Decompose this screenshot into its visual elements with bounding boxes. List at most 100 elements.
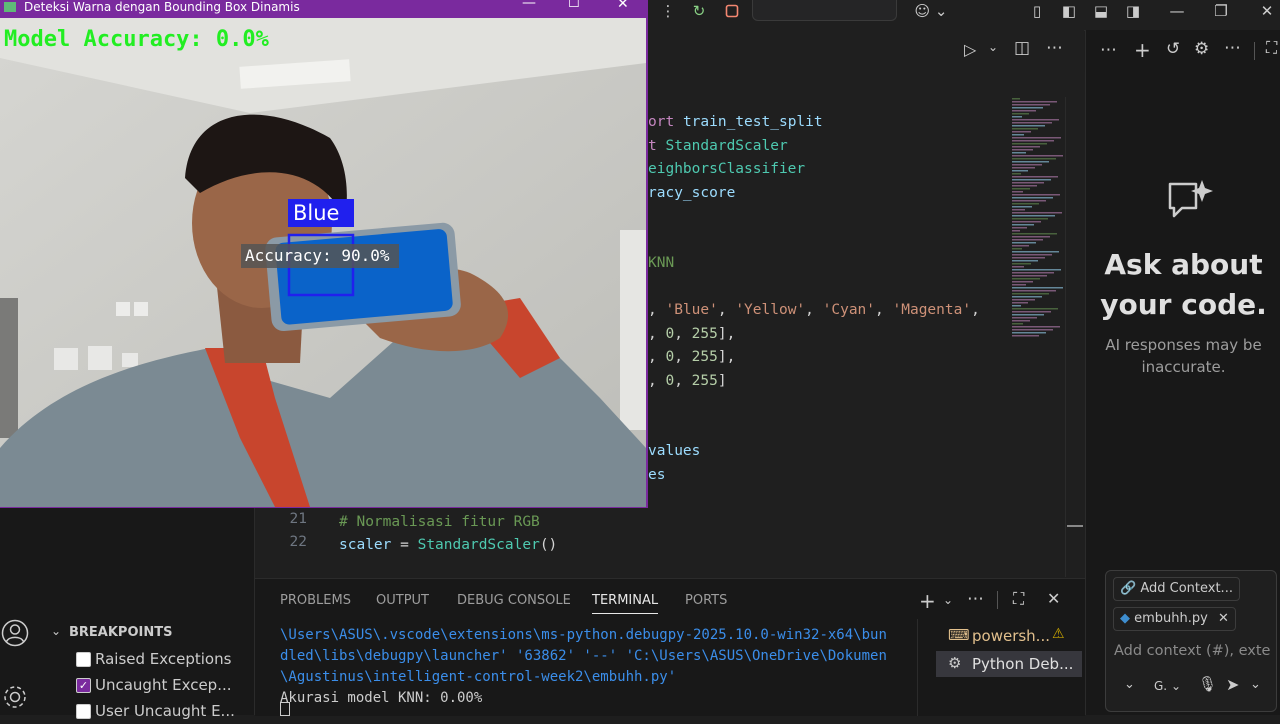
copilot-icon[interactable]: ☺ ⌄ bbox=[912, 0, 950, 22]
copilot-chat-icon bbox=[1166, 178, 1216, 222]
bottom-panel: PROBLEMS OUTPUT DEBUG CONSOLE TERMINAL PORTS… bbox=[255, 578, 1085, 716]
terminal-line: dled\libs\debugpy\launcher' '63862' '--'… bbox=[280, 648, 887, 664]
toggle-primary-sidebar-icon[interactable]: ◧ bbox=[1060, 0, 1078, 22]
chat-heading-line2: your code. bbox=[1100, 288, 1267, 321]
code-line: , 0, 255], bbox=[648, 349, 736, 365]
terminal-list-label: powersh... bbox=[972, 627, 1050, 645]
divider bbox=[1254, 42, 1255, 60]
split-editor-icon[interactable]: ◫ bbox=[1014, 38, 1030, 58]
divider bbox=[997, 591, 998, 609]
tab-debug-console[interactable]: DEBUG CONSOLE bbox=[457, 593, 571, 613]
maximize-icon[interactable]: ☐ bbox=[568, 0, 580, 11]
breakpoint-label: Raised Exceptions bbox=[95, 650, 232, 668]
restore-icon[interactable]: ❐ bbox=[1212, 0, 1230, 22]
code-line: t StandardScaler bbox=[648, 137, 788, 154]
maximize-panel-icon[interactable]: ⛶ bbox=[1013, 589, 1024, 609]
breakpoint-item[interactable]: User Uncaught E... bbox=[76, 702, 254, 724]
code-line: , 0, 255] bbox=[648, 372, 727, 389]
tab-terminal[interactable]: TERMINAL bbox=[592, 593, 659, 614]
terminal-icon: ⌨ bbox=[948, 626, 970, 644]
chevron-down-icon[interactable]: ⌄ bbox=[1250, 677, 1261, 692]
run-icon[interactable]: ▷ bbox=[964, 40, 976, 59]
minimap[interactable] bbox=[1010, 98, 1068, 338]
minimize-icon[interactable]: — bbox=[522, 0, 536, 10]
chevron-down-icon[interactable]: ⌄ bbox=[51, 624, 61, 638]
remove-icon[interactable]: ✕ bbox=[1218, 611, 1229, 626]
python-file-icon: ◆ bbox=[1120, 611, 1130, 626]
code-line: es bbox=[648, 466, 666, 483]
debug-sidebar: ⌄ BREAKPOINTS Raised Exceptions ✓ Uncaught… bbox=[44, 508, 255, 720]
terminal-cursor bbox=[280, 702, 290, 716]
attach-icon: 🔗 bbox=[1120, 581, 1137, 596]
breakpoint-checkbox[interactable] bbox=[76, 652, 91, 667]
toggle-panel-icon[interactable]: ⬓ bbox=[1092, 0, 1110, 22]
terminal-list-item[interactable]: ⌨ powersh... ⚠ bbox=[936, 623, 1082, 649]
tab-ports[interactable]: PORTS bbox=[685, 593, 727, 613]
line-number: 22 bbox=[289, 534, 307, 550]
code-line: scaler = StandardScaler() bbox=[339, 537, 558, 553]
breakpoint-item[interactable]: ✓ Uncaught Excep... bbox=[76, 676, 254, 698]
chat-input[interactable]: Add context (#), exter bbox=[1114, 643, 1270, 659]
chat-disclaimer-line1: AI responses may be bbox=[1105, 336, 1262, 354]
close-icon[interactable]: ✕ bbox=[617, 0, 629, 11]
tab-problems[interactable]: PROBLEMS bbox=[280, 593, 351, 613]
breakpoint-checkbox[interactable]: ✓ bbox=[76, 678, 91, 693]
maximize-icon[interactable]: ⛶ bbox=[1266, 38, 1277, 58]
camera-feed: Model Accuracy: 0.0% Blue Accuracy: 90.0… bbox=[0, 18, 646, 507]
divider bbox=[917, 619, 918, 716]
more-actions-icon[interactable]: ⋯ bbox=[1224, 38, 1241, 58]
terminal-list-item[interactable]: ⚙ Python Deb... bbox=[936, 651, 1082, 677]
command-center[interactable] bbox=[752, 0, 897, 21]
breakpoints-header[interactable]: BREAKPOINTS bbox=[69, 625, 172, 640]
scrollbar-thumb[interactable] bbox=[1067, 525, 1083, 527]
accounts-icon[interactable] bbox=[0, 618, 30, 648]
detection-accuracy-label: Accuracy: 90.0% bbox=[245, 246, 390, 265]
microphone-icon[interactable]: 🎙 bbox=[1198, 675, 1217, 693]
breakpoint-item[interactable]: Raised Exceptions bbox=[76, 650, 254, 672]
code-line: values bbox=[648, 443, 701, 459]
more-icon[interactable]: ⋯ bbox=[1100, 40, 1117, 60]
more-icon[interactable]: ⋯ bbox=[967, 589, 984, 609]
new-chat-icon[interactable]: + bbox=[1134, 38, 1151, 62]
close-icon[interactable]: ✕ bbox=[1258, 0, 1276, 22]
manage-gear-icon[interactable] bbox=[0, 682, 30, 712]
chevron-down-icon[interactable]: ⌄ bbox=[943, 593, 953, 607]
code-line: , 'Blue', 'Yellow', 'Cyan', 'Magenta', bbox=[648, 302, 980, 318]
add-context-button[interactable]: 🔗 Add Context... bbox=[1113, 577, 1240, 601]
model-picker[interactable]: G. ⌄ bbox=[1154, 679, 1181, 693]
model-accuracy-overlay: Model Accuracy: 0.0% bbox=[4, 27, 269, 52]
toggle-secondary-sidebar-icon[interactable]: ◨ bbox=[1124, 0, 1142, 22]
close-panel-icon[interactable]: ✕ bbox=[1047, 589, 1060, 608]
editor-toolbar: ▷ ⌄ ◫ ⋯ bbox=[648, 30, 1084, 72]
minimize-icon[interactable]: — bbox=[1168, 0, 1186, 22]
send-icon[interactable]: ➤ bbox=[1226, 675, 1239, 694]
stop-icon[interactable] bbox=[722, 0, 742, 22]
chevron-down-icon[interactable]: ⌄ bbox=[988, 40, 998, 54]
terminal-line: \Agustinus\intelligent-control-week2\emb… bbox=[280, 669, 677, 685]
code-line: racy_score bbox=[648, 184, 736, 201]
history-icon[interactable]: ↺ bbox=[1166, 39, 1180, 59]
code-line: , 0, 255], bbox=[648, 325, 736, 342]
chat-input-box: 🔗 Add Context... ◆ embuhh.py ✕ Add conte… bbox=[1105, 570, 1277, 712]
code-line: # Normalisasi fitur RGB bbox=[339, 513, 540, 530]
camera-window[interactable]: Deteksi Warna dengan Bounding Box Dinami… bbox=[0, 0, 648, 508]
more-vertical-icon[interactable]: ⋮ bbox=[660, 0, 676, 22]
breakpoint-label: Uncaught Excep... bbox=[95, 676, 232, 694]
tab-output[interactable]: OUTPUT bbox=[376, 593, 429, 613]
camera-window-titlebar[interactable]: Deteksi Warna dengan Bounding Box Dinami… bbox=[0, 0, 648, 18]
terminal-line: Akurasi model KNN: 0.00% bbox=[280, 690, 483, 706]
debug-icon: ⚙ bbox=[948, 654, 962, 672]
restart-icon[interactable]: ↻ bbox=[688, 0, 710, 22]
layout-customize-icon[interactable]: ▯ bbox=[1028, 0, 1046, 22]
chat-panel: ⋯ + ↺ ⚙ ⋯ ⛶ Ask about your code. AI resp… bbox=[1085, 30, 1280, 715]
breakpoint-checkbox[interactable] bbox=[76, 704, 91, 719]
chevron-down-icon[interactable]: ⌄ bbox=[1124, 677, 1135, 692]
file-context-chip[interactable]: ◆ embuhh.py ✕ bbox=[1113, 607, 1236, 631]
new-terminal-icon[interactable]: + bbox=[919, 589, 936, 613]
settings-gear-icon[interactable]: ⚙ bbox=[1194, 39, 1209, 59]
line-number: 21 bbox=[289, 510, 307, 527]
terminal-line: \Users\ASUS\.vscode\extensions\ms-python… bbox=[280, 627, 887, 643]
app-icon bbox=[4, 2, 16, 12]
more-actions-icon[interactable]: ⋯ bbox=[1046, 38, 1063, 58]
warning-icon: ⚠ bbox=[1052, 626, 1065, 642]
